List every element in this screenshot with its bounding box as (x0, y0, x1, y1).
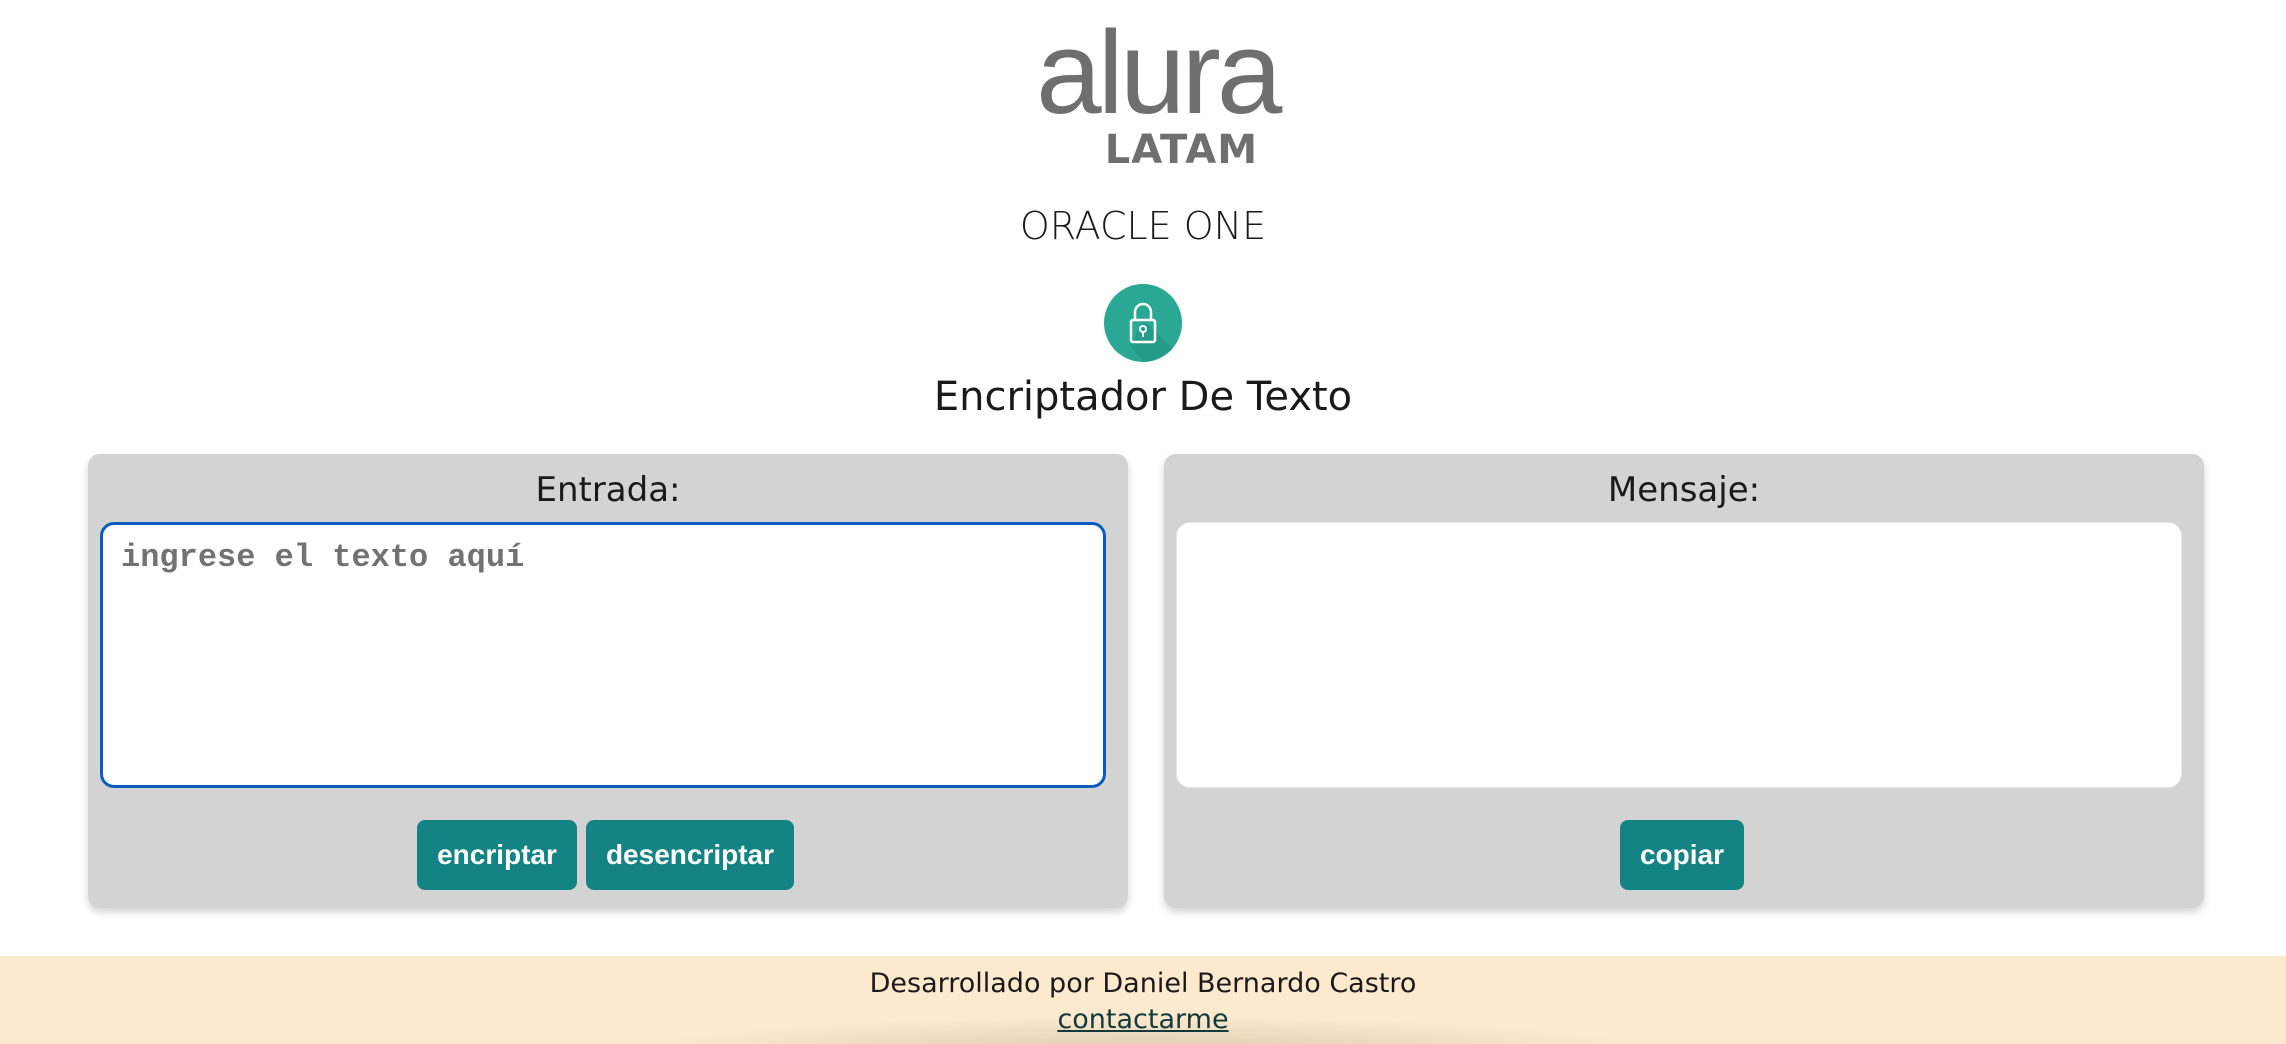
encrypt-button[interactable]: encriptar (417, 820, 577, 890)
copy-button[interactable]: copiar (1620, 820, 1744, 890)
output-panel: Mensaje: copiar (1164, 454, 2204, 908)
output-message-box[interactable] (1176, 522, 2182, 788)
output-label: Mensaje: (1607, 470, 1761, 510)
input-textarea[interactable] (100, 522, 1106, 788)
logo-subtitle: LATAM (1104, 127, 1258, 173)
footer-credit: Desarrollado por Daniel Bernardo Castro (869, 968, 1417, 999)
footer: Desarrollado por Daniel Bernardo Castro … (0, 956, 2286, 1044)
decrypt-button[interactable]: desencriptar (586, 820, 794, 890)
lock-icon (1104, 284, 1182, 362)
input-label: Entrada: (535, 470, 681, 510)
app-title: Encriptador De Texto (933, 374, 1353, 420)
input-panel: Entrada: encriptar desencriptar (88, 454, 1128, 908)
program-title: ORACLE ONE (1019, 204, 1267, 248)
footer-contact: contactarme (0, 1004, 2286, 1035)
page: alura LATAM ORACLE ONE Encriptador De Te… (0, 0, 2286, 1044)
contact-link[interactable]: contactarme (1057, 1004, 1228, 1035)
alura-latam-logo: alura LATAM (1030, 14, 1282, 174)
logo-wordmark: alura (1036, 7, 1282, 139)
